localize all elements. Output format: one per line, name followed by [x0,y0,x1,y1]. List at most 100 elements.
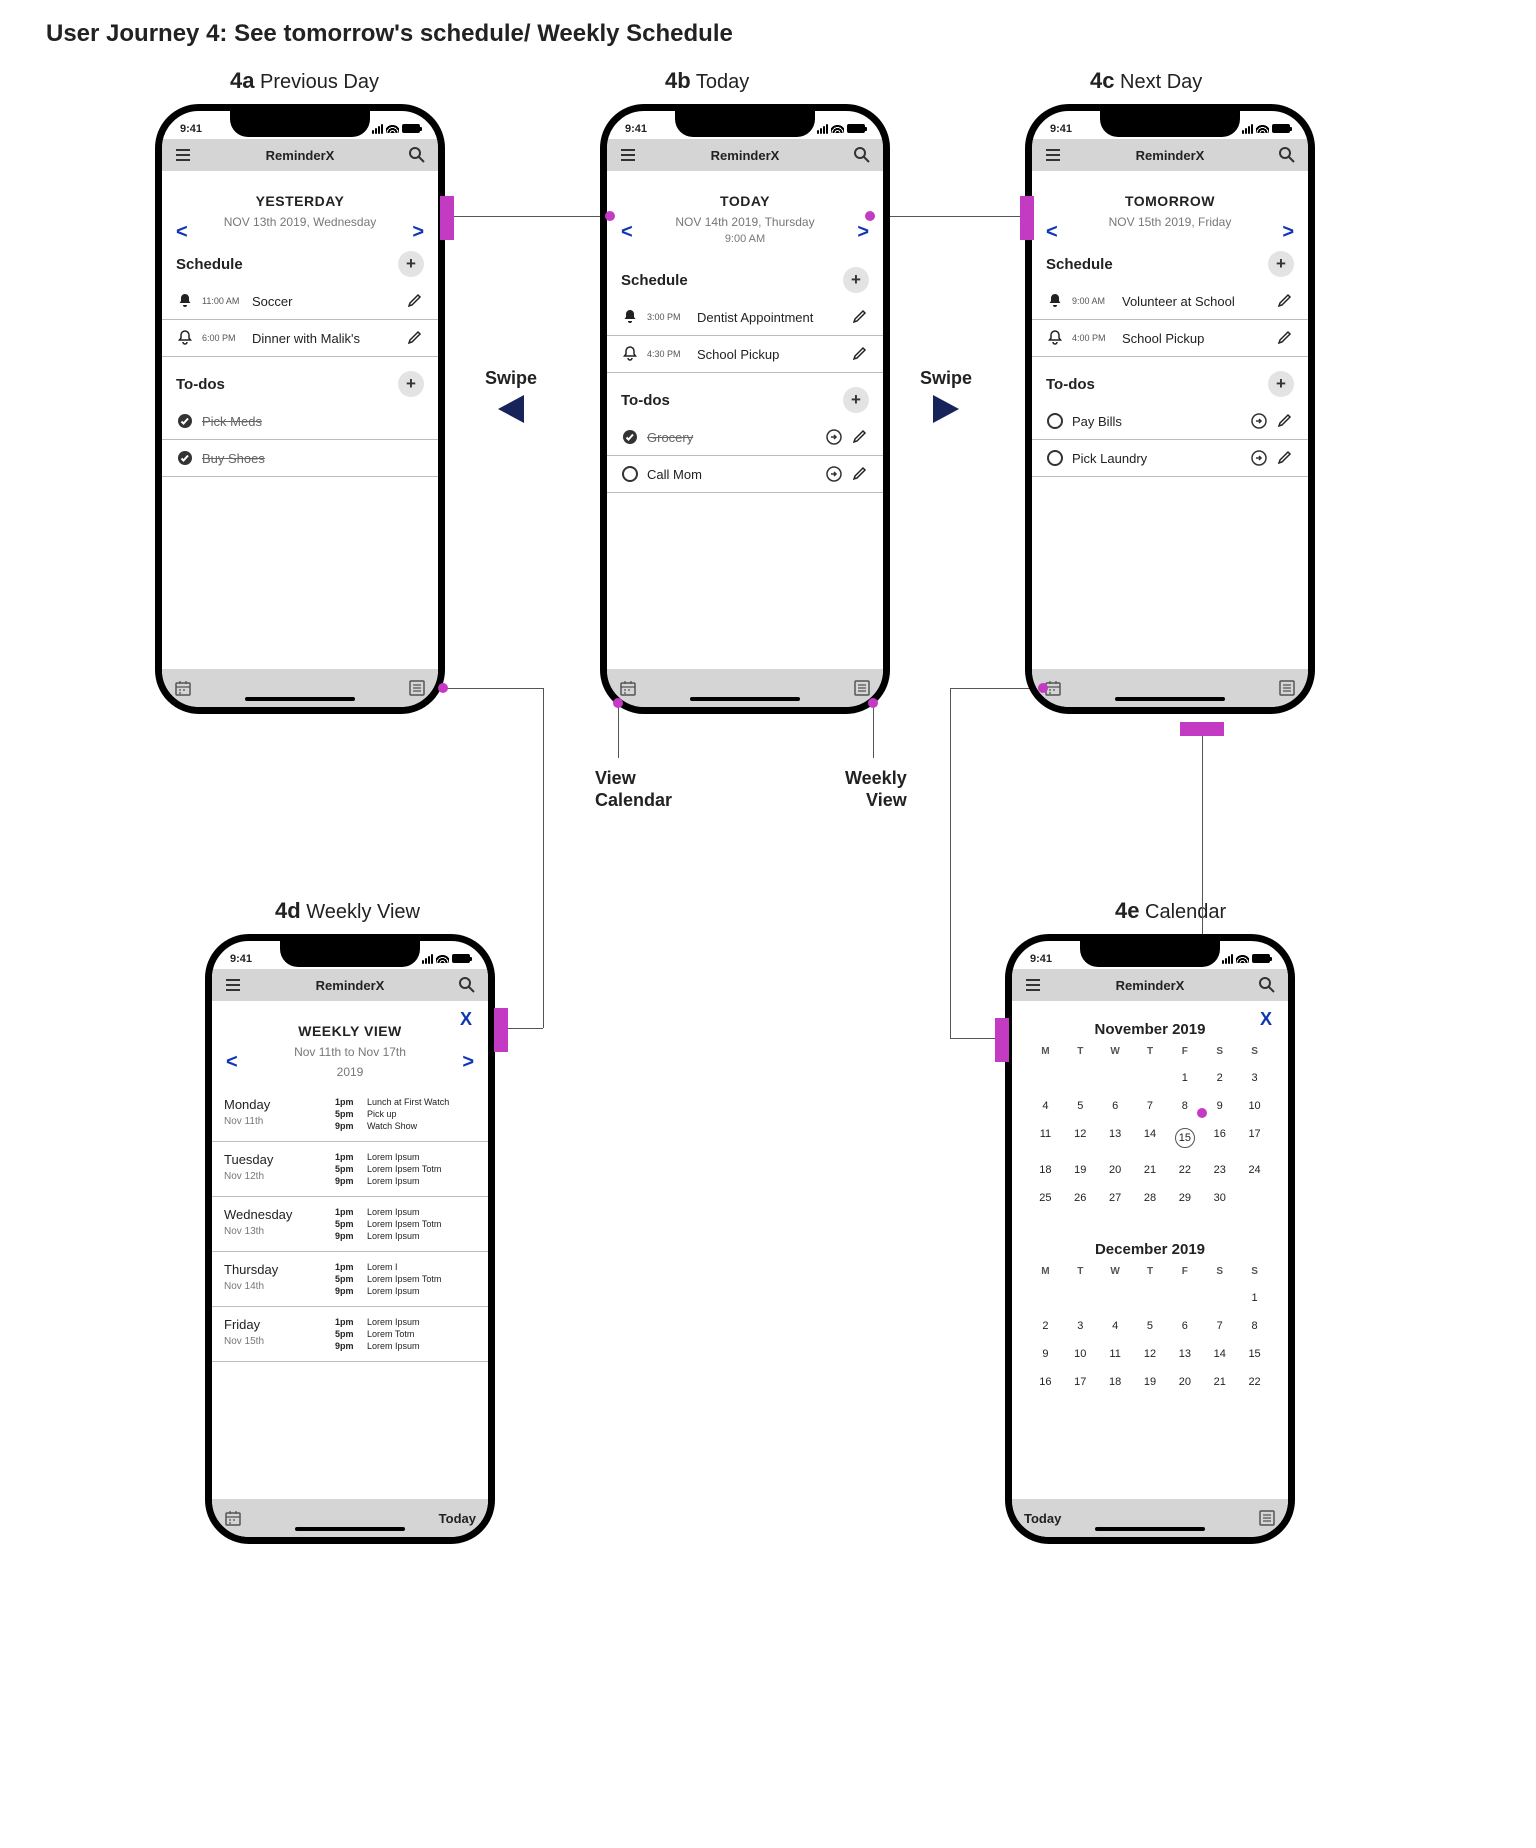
calendar-day[interactable]: 13 [1098,1123,1133,1153]
edit-button[interactable] [1276,449,1294,467]
weekly-day-row[interactable]: MondayNov 11th 1pmLunch at First Watch5p… [212,1087,488,1142]
schedule-row[interactable]: 11:00 AM Soccer [162,283,438,320]
search-button[interactable] [853,146,871,164]
goto-button[interactable] [1250,412,1268,430]
calendar-day[interactable]: 3 [1237,1067,1272,1089]
calendar-day[interactable]: 7 [1202,1315,1237,1337]
calendar-day[interactable]: 7 [1133,1095,1168,1117]
calendar-day[interactable]: 4 [1098,1315,1133,1337]
calendar-day[interactable]: 4 [1028,1095,1063,1117]
calendar-day[interactable]: 29 [1167,1187,1202,1209]
calendar-day[interactable]: 26 [1063,1187,1098,1209]
calendar-day[interactable]: 25 [1028,1187,1063,1209]
cal-button[interactable] [174,679,192,697]
calendar-day[interactable]: 3 [1063,1315,1098,1337]
calendar-day[interactable]: 6 [1167,1315,1202,1337]
search-button[interactable] [458,976,476,994]
calendar-day[interactable]: 5 [1063,1095,1098,1117]
calendar-day[interactable]: 27 [1098,1187,1133,1209]
weekly-day-row[interactable]: TuesdayNov 12th 1pmLorem Ipsum5pmLorem I… [212,1142,488,1197]
calendar-day[interactable]: 16 [1202,1123,1237,1153]
calendar-day[interactable]: 17 [1237,1123,1272,1153]
nav-prev[interactable]: < [226,1051,238,1074]
search-button[interactable] [408,146,426,164]
calendar-day[interactable]: 22 [1237,1371,1272,1393]
goto-button[interactable] [825,428,843,446]
goto-button[interactable] [825,465,843,483]
edit-button[interactable] [1276,412,1294,430]
todo-row[interactable]: Call Mom [607,456,883,493]
menu-button[interactable] [224,976,242,994]
schedule-row[interactable]: 9:00 AM Volunteer at School [1032,283,1308,320]
today-button[interactable]: Today [439,1511,476,1526]
calendar-day[interactable]: 17 [1063,1371,1098,1393]
calendar-day[interactable]: 10 [1063,1343,1098,1365]
add-schedule-button[interactable]: + [843,267,869,293]
calendar-day[interactable]: 9 [1028,1343,1063,1365]
weekly-day-row[interactable]: WednesdayNov 13th 1pmLorem Ipsum5pmLorem… [212,1197,488,1252]
add-schedule-button[interactable]: + [398,251,424,277]
add-schedule-button[interactable]: + [1268,251,1294,277]
todo-row[interactable]: Pick Meds [162,403,438,440]
menu-button[interactable] [619,146,637,164]
calendar-day[interactable]: 28 [1133,1187,1168,1209]
edit-button[interactable] [1276,329,1294,347]
edit-button[interactable] [1276,292,1294,310]
schedule-row[interactable]: 6:00 PM Dinner with Malik's [162,320,438,357]
calendar-day[interactable]: 20 [1167,1371,1202,1393]
edit-button[interactable] [851,345,869,363]
list-button[interactable] [1258,1509,1276,1527]
calendar-day[interactable]: 18 [1028,1159,1063,1181]
calendar-day[interactable]: 14 [1202,1343,1237,1365]
menu-button[interactable] [174,146,192,164]
edit-button[interactable] [851,465,869,483]
nav-next[interactable]: > [412,221,424,244]
edit-button[interactable] [406,329,424,347]
calendar-day[interactable]: 16 [1028,1371,1063,1393]
list-button[interactable] [853,679,871,697]
calendar-day[interactable]: 2 [1028,1315,1063,1337]
calendar-day[interactable]: 30 [1202,1187,1237,1209]
calendar-day[interactable]: 12 [1063,1123,1098,1153]
search-button[interactable] [1278,146,1296,164]
todo-row[interactable]: Pick Laundry [1032,440,1308,477]
calendar-day[interactable]: 11 [1098,1343,1133,1365]
calendar-day[interactable]: 19 [1133,1371,1168,1393]
calendar-day[interactable]: 5 [1133,1315,1168,1337]
calendar-day[interactable]: 20 [1098,1159,1133,1181]
calendar-day[interactable]: 15 [1237,1343,1272,1365]
nav-next[interactable]: > [462,1051,474,1074]
calendar-day[interactable]: 19 [1063,1159,1098,1181]
calendar-day[interactable]: 24 [1237,1159,1272,1181]
calendar-day[interactable]: 11 [1028,1123,1063,1153]
add-todo-button[interactable]: + [1268,371,1294,397]
menu-button[interactable] [1044,146,1062,164]
calendar-day[interactable]: 8 [1237,1315,1272,1337]
calendar-day[interactable]: 2 [1202,1067,1237,1089]
calendar-day[interactable]: 13 [1167,1343,1202,1365]
nav-prev[interactable]: < [1046,221,1058,244]
calendar-day[interactable]: 18 [1098,1371,1133,1393]
nav-prev[interactable]: < [621,221,633,244]
schedule-row[interactable]: 4:30 PM School Pickup [607,336,883,373]
close-button[interactable]: X [1260,1009,1272,1030]
calendar-day[interactable]: 9 [1202,1095,1237,1117]
schedule-row[interactable]: 4:00 PM School Pickup [1032,320,1308,357]
list-button[interactable] [1278,679,1296,697]
nav-next[interactable]: > [857,221,869,244]
calendar-day[interactable]: 1 [1237,1287,1272,1309]
calendar-day[interactable]: 12 [1133,1343,1168,1365]
edit-button[interactable] [851,428,869,446]
add-todo-button[interactable]: + [843,387,869,413]
list-button[interactable] [408,679,426,697]
calendar-day[interactable]: 14 [1133,1123,1168,1153]
todo-row[interactable]: Grocery [607,419,883,456]
weekly-day-row[interactable]: FridayNov 15th 1pmLorem Ipsum5pmLorem To… [212,1307,488,1362]
goto-button[interactable] [1250,449,1268,467]
nav-next[interactable]: > [1282,221,1294,244]
calendar-day[interactable]: 22 [1167,1159,1202,1181]
calendar-day[interactable]: 10 [1237,1095,1272,1117]
cal-button[interactable] [619,679,637,697]
calendar-day[interactable]: 23 [1202,1159,1237,1181]
menu-button[interactable] [1024,976,1042,994]
